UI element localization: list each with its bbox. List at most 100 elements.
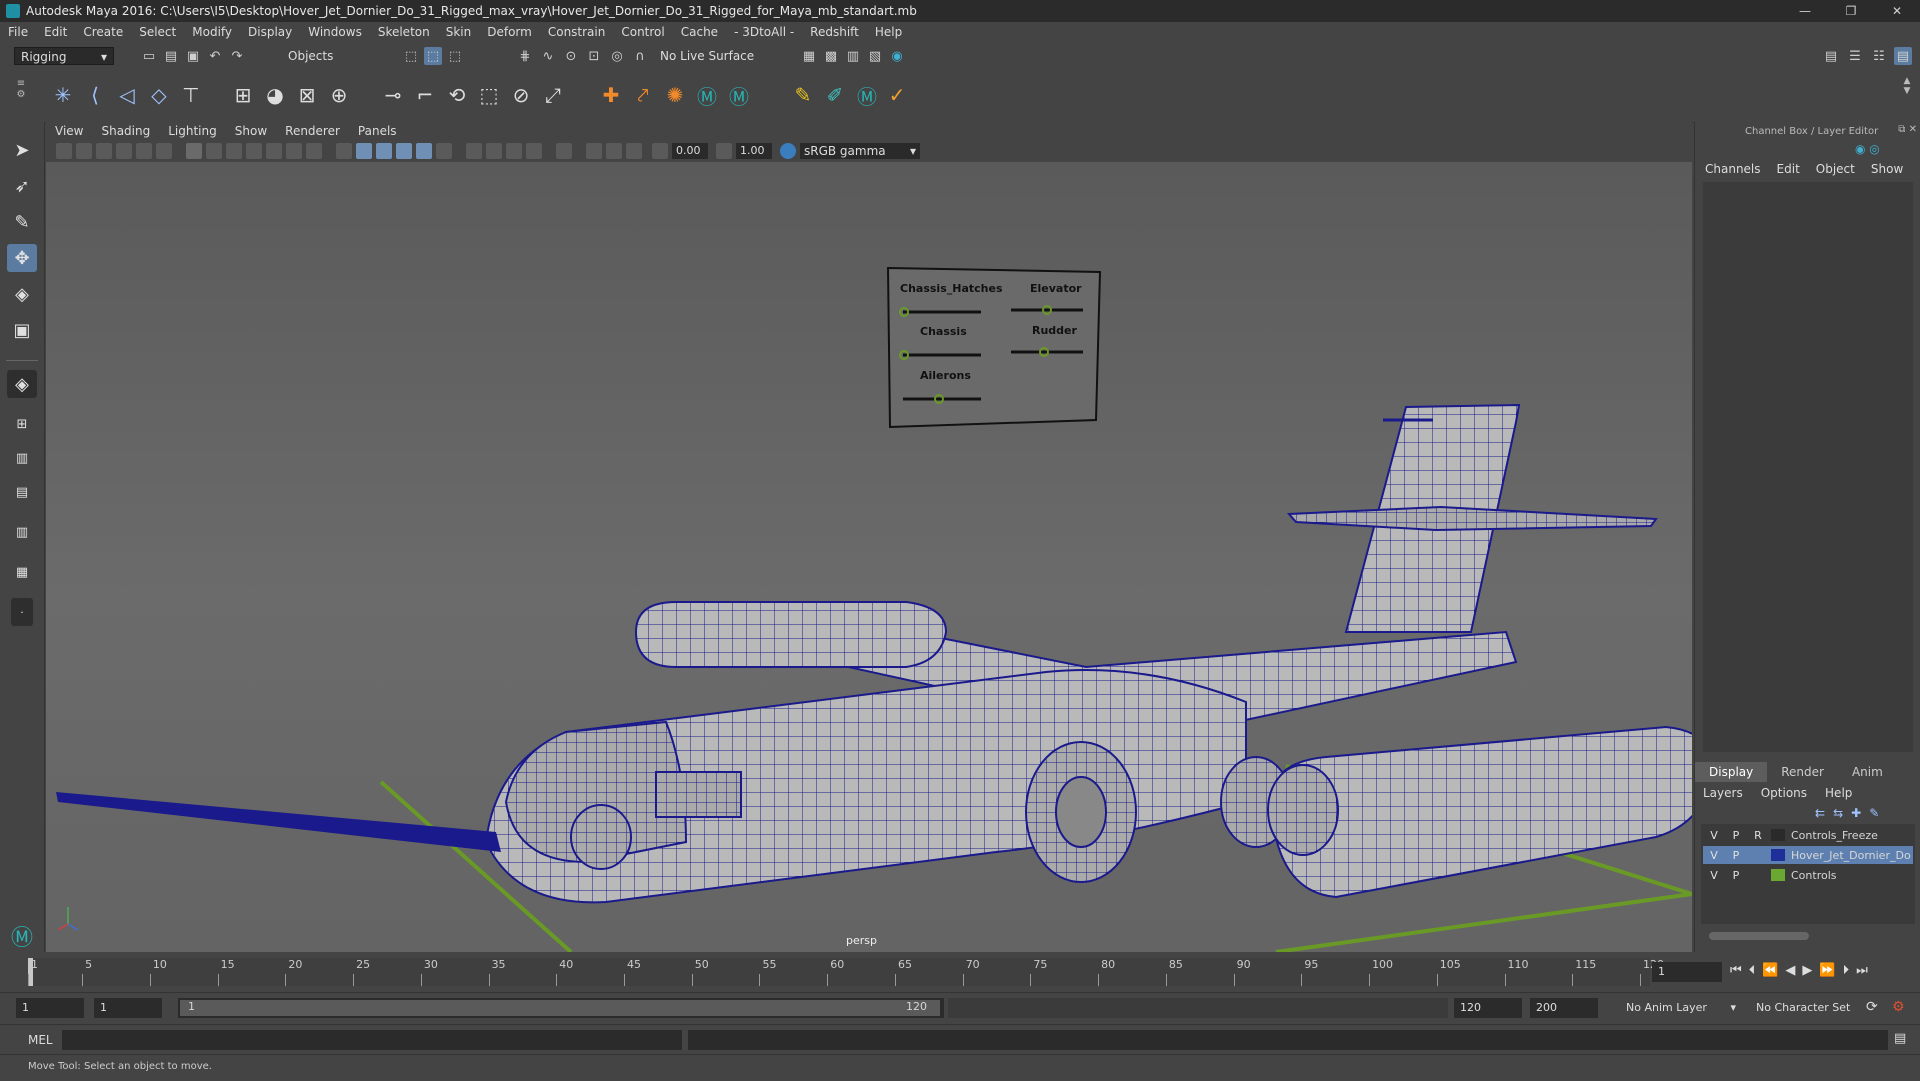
range-slider-handle[interactable]: [180, 1000, 940, 1016]
layer-visibility-toggle[interactable]: V: [1703, 849, 1725, 862]
go-to-start-icon[interactable]: ⏮: [1730, 963, 1742, 978]
current-frame-field[interactable]: 1: [1652, 962, 1722, 982]
menu-edit[interactable]: Edit: [36, 25, 75, 39]
playback-end-field[interactable]: 120: [1454, 998, 1522, 1018]
menu-deform[interactable]: Deform: [479, 25, 540, 39]
snap-magnet-icon[interactable]: ∩: [631, 47, 649, 65]
snap-curve-icon[interactable]: ∿: [539, 47, 557, 65]
menu-display[interactable]: Display: [240, 25, 300, 39]
menu-cache[interactable]: Cache: [673, 25, 726, 39]
snap-live-icon[interactable]: ◎: [608, 47, 626, 65]
snap-point-icon[interactable]: ⊙: [562, 47, 580, 65]
screen-space-ao-icon[interactable]: [466, 143, 482, 159]
maximize-button[interactable]: ❐: [1828, 0, 1874, 22]
use-all-lights-icon[interactable]: [416, 143, 432, 159]
layer-row[interactable]: V P Controls: [1703, 866, 1913, 884]
modeling-toolkit-icon[interactable]: ▤: [1822, 47, 1840, 65]
two-d-pan-zoom-icon[interactable]: [136, 143, 152, 159]
script-editor-icon[interactable]: ▤: [1894, 1031, 1906, 1046]
select-by-component-icon[interactable]: ⬚: [446, 47, 464, 65]
menu-select[interactable]: Select: [131, 25, 184, 39]
menu-modify[interactable]: Modify: [184, 25, 240, 39]
selection-mode-dropdown[interactable]: Objects: [282, 47, 382, 65]
camera-attributes-icon[interactable]: [76, 143, 92, 159]
joint-tool-icon[interactable]: ✳: [48, 80, 78, 110]
grid-toggle-icon[interactable]: [186, 143, 202, 159]
four-view-layout-icon[interactable]: ⊞: [7, 410, 37, 438]
quick-rig-icon[interactable]: Ⓜ: [724, 80, 754, 110]
attribute-editor-icon[interactable]: ☰: [1846, 47, 1864, 65]
save-scene-icon[interactable]: ▣: [184, 47, 202, 65]
safe-title-icon[interactable]: [306, 143, 322, 159]
layer-visibility-toggle[interactable]: V: [1703, 869, 1725, 882]
shadows-icon[interactable]: [436, 143, 452, 159]
layer-playback-toggle[interactable]: P: [1725, 829, 1747, 842]
layer-playback-toggle[interactable]: P: [1725, 849, 1747, 862]
mirror-joint-icon[interactable]: ◁: [112, 80, 142, 110]
redo-icon[interactable]: ↷: [228, 47, 246, 65]
safe-action-icon[interactable]: [286, 143, 302, 159]
soft-mod-icon[interactable]: ⤢: [538, 80, 568, 110]
menu-create[interactable]: Create: [75, 25, 131, 39]
resolution-gate-icon[interactable]: [226, 143, 242, 159]
motion-builder-icon[interactable]: Ⓜ: [852, 80, 882, 110]
menu-set-dropdown[interactable]: Rigging ▾: [14, 47, 114, 65]
move-layer-up-icon[interactable]: ⇇: [1815, 806, 1825, 820]
play-backward-icon[interactable]: ◀: [1785, 963, 1795, 978]
step-forward-frame-icon[interactable]: ⏩: [1819, 963, 1835, 978]
go-to-end-icon[interactable]: ⏭: [1856, 963, 1868, 978]
smooth-shade-icon[interactable]: [356, 143, 372, 159]
minimize-button[interactable]: —: [1782, 0, 1828, 22]
wireframe-icon[interactable]: [336, 143, 352, 159]
orient-joint-icon[interactable]: ◇: [144, 80, 174, 110]
close-button[interactable]: ✕: [1874, 0, 1920, 22]
channel-menu-channels[interactable]: Channels: [1705, 162, 1761, 176]
animation-end-field[interactable]: 200: [1530, 998, 1598, 1018]
paint-weights-icon[interactable]: ◕: [260, 80, 290, 110]
move-layer-down-icon[interactable]: ⇆: [1833, 806, 1843, 820]
menu-file[interactable]: File: [0, 25, 36, 39]
panel-menu-show[interactable]: Show: [226, 124, 276, 138]
orient-constraint-icon[interactable]: ✺: [660, 80, 690, 110]
anti-aliasing-icon[interactable]: [506, 143, 522, 159]
layer-row-selected[interactable]: V P Hover_Jet_Dornier_Do: [1703, 846, 1913, 864]
tool-settings-icon[interactable]: ☷: [1870, 47, 1888, 65]
step-back-key-icon[interactable]: ⏴: [1749, 963, 1756, 978]
perspective-viewport[interactable]: Chassis_Hatches Elevator Chassis Rudder …: [46, 162, 1692, 952]
animation-start-field[interactable]: 1: [16, 998, 84, 1018]
tab-anim[interactable]: Anim: [1838, 762, 1897, 782]
command-language-label[interactable]: MEL: [28, 1033, 53, 1047]
channel-box-toggle-icon[interactable]: ▤: [1894, 47, 1912, 65]
layer-name[interactable]: Hover_Jet_Dornier_Do: [1791, 849, 1911, 862]
menu-constrain[interactable]: Constrain: [540, 25, 614, 39]
menu-control[interactable]: Control: [613, 25, 672, 39]
gate-mask-icon[interactable]: [246, 143, 262, 159]
shelf-scroll-icon[interactable]: ▲ ▼: [1902, 76, 1912, 116]
select-tool-icon[interactable]: ➤: [7, 136, 37, 164]
nonlinear-icon[interactable]: ⊘: [506, 80, 536, 110]
check-icon[interactable]: ✓: [882, 80, 912, 110]
grease-pencil-icon[interactable]: [156, 143, 172, 159]
script-editor-layout-icon[interactable]: ▦: [7, 558, 37, 586]
command-input[interactable]: [62, 1030, 682, 1050]
layer-visibility-toggle[interactable]: V: [1703, 829, 1725, 842]
render-frame-icon[interactable]: ▩: [822, 47, 840, 65]
snap-grid-icon[interactable]: ⋕: [516, 47, 534, 65]
panel-menu-lighting[interactable]: Lighting: [159, 124, 226, 138]
field-chart-icon[interactable]: [266, 143, 282, 159]
open-scene-icon[interactable]: ▤: [162, 47, 180, 65]
gamma-field[interactable]: 1.00: [736, 143, 772, 159]
layer-scrollbar[interactable]: [1709, 932, 1809, 940]
new-scene-icon[interactable]: ▭: [140, 47, 158, 65]
panel-menu-renderer[interactable]: Renderer: [276, 124, 349, 138]
menu-skeleton[interactable]: Skeleton: [370, 25, 438, 39]
cluster-icon[interactable]: ⊕: [324, 80, 354, 110]
graph-editor-layout-icon[interactable]: ▤: [7, 478, 37, 506]
anim-layer-dropdown[interactable]: No Anim Layer ▾: [1620, 998, 1740, 1018]
render-settings-icon[interactable]: ▧: [866, 47, 884, 65]
rotate-tool-icon[interactable]: ◈: [7, 280, 37, 308]
select-by-object-icon[interactable]: ⬚: [424, 47, 442, 65]
step-back-frame-icon[interactable]: ⏪: [1762, 963, 1778, 978]
menu-windows[interactable]: Windows: [300, 25, 370, 39]
undo-icon[interactable]: ↶: [206, 47, 224, 65]
